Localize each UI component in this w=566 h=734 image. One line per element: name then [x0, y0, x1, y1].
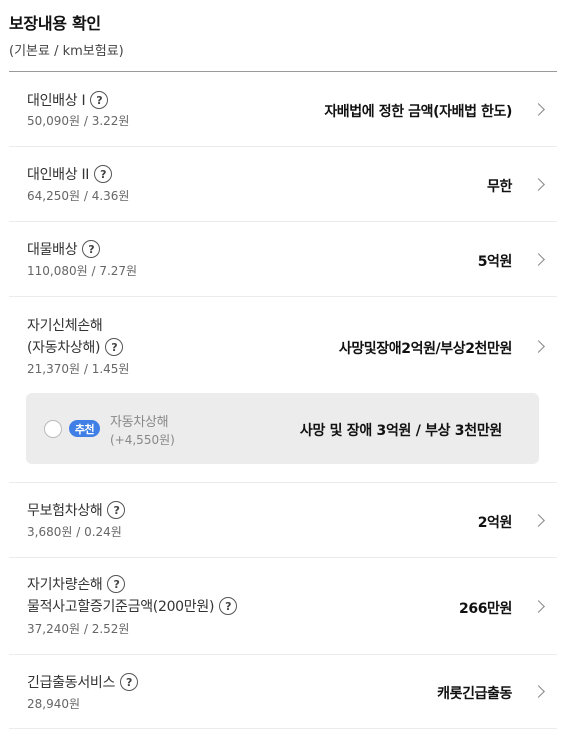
help-icon[interactable]: ? — [219, 597, 238, 615]
coverage-value: 5억원 — [477, 254, 513, 270]
coverage-name: 무보험차상해 — [27, 503, 103, 519]
coverage-name: 대물배상 — [27, 242, 78, 258]
chevron-right-icon — [532, 514, 545, 527]
recommended-badge: 추천 — [69, 420, 100, 437]
coverage-value: 사망및장애2억원/부상2천만원 — [338, 341, 513, 357]
coverage-name: 대인배상 II — [27, 167, 90, 183]
coverage-price: 110,080원 / 7.27원 — [27, 264, 138, 278]
coverage-row-own-vehicle-damage[interactable]: 자기차량손해 ? 물적사고할증기준금액(200만원) ? 37,240원 / 2… — [9, 558, 557, 655]
option-name: 자동차상해 — [110, 415, 169, 430]
option-value: 사망 및 장애 3억원 / 부상 3천만원 — [299, 423, 502, 439]
chevron-right-icon — [532, 685, 545, 698]
coverage-value: 자배법에 정한 금액(자배법 한도) — [324, 104, 512, 120]
coverage-price: 21,370원 / 1.45원 — [27, 362, 130, 376]
chevron-right-icon — [532, 103, 545, 116]
help-icon[interactable]: ? — [105, 338, 124, 356]
coverage-name: 긴급출동서비스 — [27, 675, 116, 691]
coverage-name-line1: 자기신체손해 — [27, 318, 103, 334]
help-icon[interactable]: ? — [107, 575, 126, 593]
coverage-value: 2억원 — [477, 515, 513, 531]
chevron-right-icon — [532, 600, 545, 613]
help-icon[interactable]: ? — [94, 165, 113, 183]
coverage-price: 50,090원 / 3.22원 — [27, 114, 130, 128]
coverage-row-bodily-injury-1[interactable]: 대인배상 I ? 50,090원 / 3.22원 자배법에 정한 금액(자배법 … — [9, 72, 557, 147]
coverage-row-emergency-service[interactable]: 긴급출동서비스 ? 28,940원 캐롯긴급출동 — [9, 655, 557, 729]
help-icon[interactable]: ? — [82, 240, 101, 258]
coverage-row-bodily-injury-2[interactable]: 대인배상 II ? 64,250원 / 4.36원 무한 — [9, 147, 557, 222]
coverage-value: 캐롯긴급출동 — [437, 686, 512, 702]
page-header: 보장내용 확인 (기본료 / km보험료) — [9, 10, 124, 59]
coverage-price: 28,940원 — [27, 697, 81, 711]
chevron-right-icon — [532, 253, 545, 266]
option-radio[interactable] — [44, 420, 62, 438]
coverage-value: 무한 — [487, 179, 512, 195]
page-subtitle: (기본료 / km보험료) — [9, 44, 124, 59]
help-icon[interactable]: ? — [120, 673, 139, 691]
coverage-name-line1: 자기차량손해 — [27, 577, 103, 593]
option-extra-price: (+4,550원) — [110, 433, 175, 447]
coverage-price: 37,240원 / 2.52원 — [27, 622, 130, 636]
recommended-option[interactable]: 추천 자동차상해 (+4,550원) 사망 및 장애 3억원 / 부상 3천만원 — [26, 393, 539, 464]
help-icon[interactable]: ? — [90, 91, 109, 109]
coverage-name-line2: (자동차상해) — [27, 340, 101, 356]
coverage-name: 대인배상 I — [27, 93, 86, 109]
coverage-price: 64,250원 / 4.36원 — [27, 189, 130, 203]
help-icon[interactable]: ? — [107, 501, 126, 519]
coverage-row-uninsured-motorist[interactable]: 무보험차상해 ? 3,680원 / 0.24원 2억원 — [9, 483, 557, 558]
coverage-row-property-damage[interactable]: 대물배상 ? 110,080원 / 7.27원 5억원 — [9, 222, 557, 297]
coverage-price: 3,680원 / 0.24원 — [27, 525, 122, 539]
coverage-value: 266만원 — [459, 601, 512, 617]
chevron-right-icon — [532, 178, 545, 191]
page-title: 보장내용 확인 — [9, 14, 101, 33]
chevron-right-icon — [532, 340, 545, 353]
coverage-name-line2: 물적사고할증기준금액(200만원) — [27, 599, 215, 615]
